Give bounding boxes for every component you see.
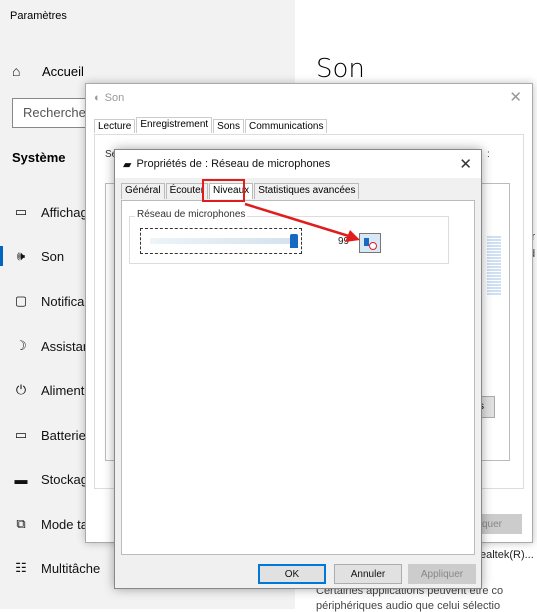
annotation-arrow	[244, 202, 360, 242]
